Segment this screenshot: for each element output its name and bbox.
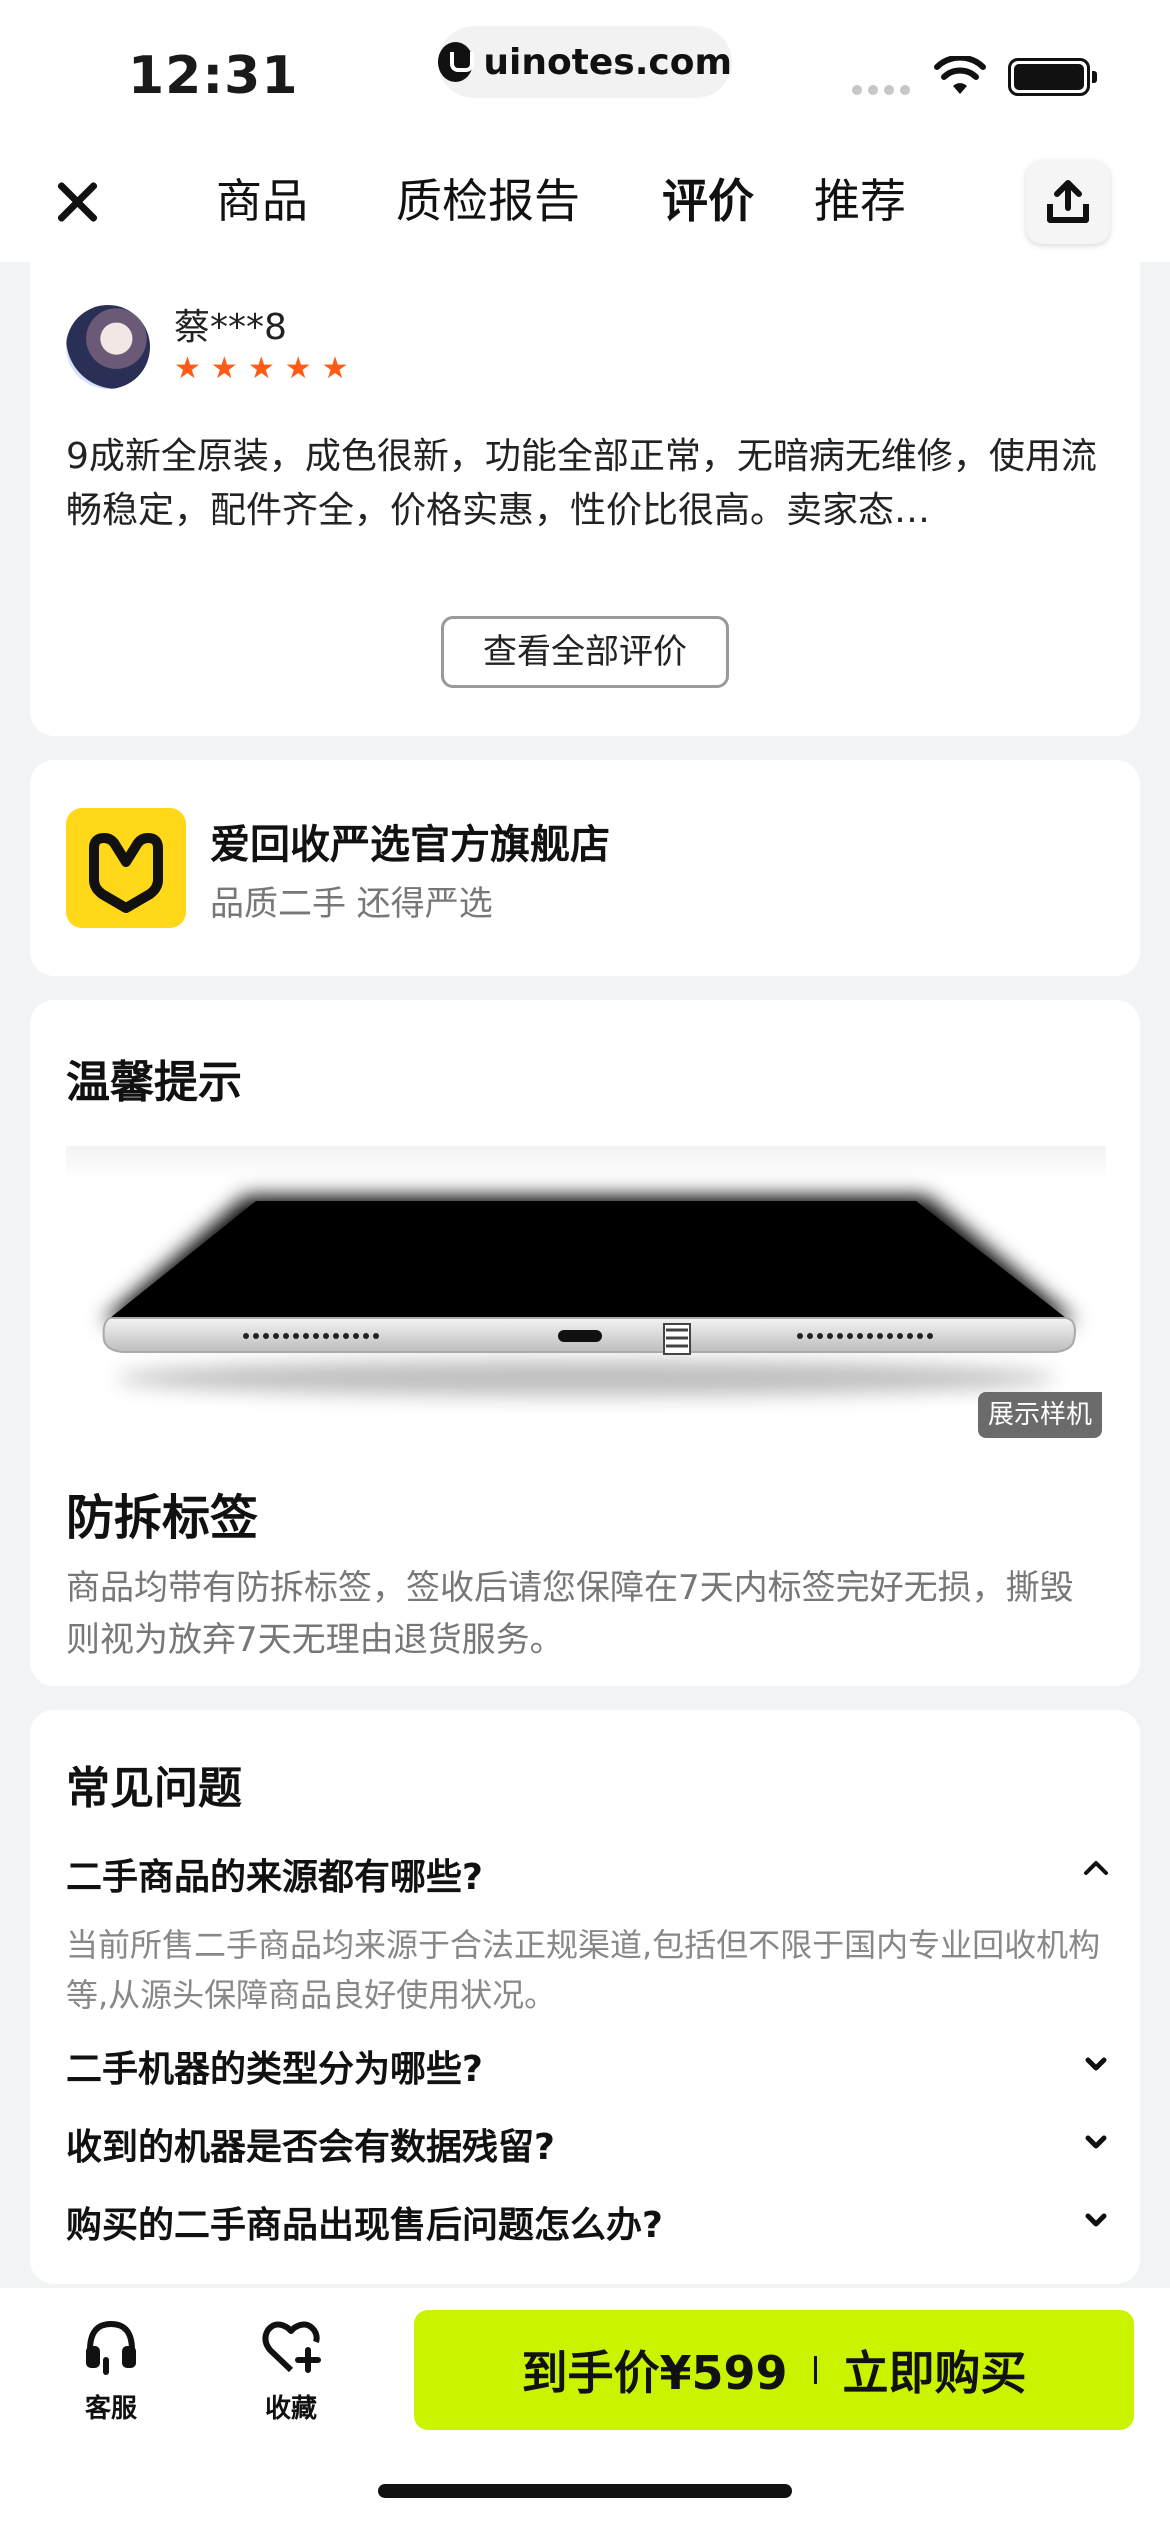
battery-icon	[1008, 58, 1097, 96]
site-logo-icon	[438, 42, 475, 82]
faq-question-4[interactable]: 购买的二手商品出现售后问题怎么办?	[66, 2196, 1106, 2248]
tamper-tag-text: 商品均带有防拆标签，签收后请您保障在7天内标签完好无损，撕毁则视为放弃7天无理由…	[66, 1568, 1074, 1660]
share-icon	[1047, 180, 1089, 223]
tamper-tag-title: 防拆标签	[66, 1490, 259, 1546]
buy-now-label: 立即购买	[842, 2346, 1027, 2400]
nav-bar: 商品 质检报告 评价 推荐	[0, 140, 1170, 262]
buy-now-button[interactable]: 到手价¥599 立即购买	[414, 2310, 1134, 2430]
avatar	[66, 305, 150, 389]
customer-service-label: 客服	[84, 2394, 137, 2424]
star-icon: ★	[247, 351, 275, 386]
faq-card: 常见问题 二手商品的来源都有哪些? 当前所售二手商品均来源于合法正规渠道,包括但…	[30, 1710, 1140, 2284]
status-bar: 12:31 uinotes.com	[0, 0, 1170, 140]
store-logo	[66, 808, 186, 928]
faq-question-2[interactable]: 二手机器的类型分为哪些?	[66, 2040, 1106, 2092]
faq-question-3[interactable]: 收到的机器是否会有数据残留?	[66, 2118, 1106, 2170]
star-icon: ★	[321, 351, 349, 386]
tab-reviews[interactable]: 评价	[662, 168, 754, 234]
faq-title: 常见问题	[66, 1763, 242, 1814]
tips-card: 温馨提示 展示样机 防拆标签 商品均带有防拆标签，签收后请您保障在7天内标签完好…	[30, 1000, 1140, 1686]
favorite-label: 收藏	[264, 2394, 317, 2424]
reviewer-name: 蔡***8	[174, 307, 287, 348]
store-slogan: 品质二手 还得严选	[210, 884, 493, 924]
tab-product[interactable]: 商品	[216, 168, 308, 234]
product-image	[66, 1146, 1106, 1436]
final-price: 到手价¥599	[521, 2346, 788, 2400]
cellular-signal-icon	[852, 85, 910, 95]
star-icon: ★	[210, 351, 238, 386]
heart-add-icon	[262, 2321, 321, 2373]
review-text: 9成新全原装，成色很新，功能全部正常，无暗病无维修，使用流畅稳定，配件齐全，价格…	[66, 436, 1097, 531]
share-button[interactable]	[1026, 160, 1110, 244]
chevron-down-icon[interactable]	[1082, 2050, 1110, 2078]
store-card[interactable]: 爱回收严选官方旗舰店 品质二手 还得严选	[30, 760, 1140, 976]
home-indicator	[378, 2484, 792, 2498]
rating-stars: ★ ★ ★ ★ ★	[174, 354, 349, 384]
heart-logo-icon	[89, 833, 163, 913]
view-all-reviews-button[interactable]: 查看全部评价	[441, 616, 729, 688]
url-text: uinotes.com	[483, 41, 732, 83]
tab-inspection-report[interactable]: 质检报告	[396, 168, 580, 234]
close-icon[interactable]	[52, 176, 104, 228]
faq-question-1[interactable]: 二手商品的来源都有哪些?	[66, 1848, 1106, 1900]
demo-unit-badge: 展示样机	[978, 1392, 1102, 1438]
button-divider	[813, 2356, 817, 2384]
headset-icon	[86, 2320, 136, 2375]
tablet-image	[102, 1196, 1076, 1396]
store-name: 爱回收严选官方旗舰店	[210, 822, 610, 868]
favorite-button[interactable]: 收藏	[236, 2316, 346, 2425]
tab-recommend[interactable]: 推荐	[814, 168, 906, 234]
review-card: 蔡***8 ★ ★ ★ ★ ★ 9成新全原装，成色很新，功能全部正常，无暗病无维…	[30, 250, 1140, 736]
wifi-icon	[934, 56, 986, 94]
star-icon: ★	[174, 351, 201, 386]
url-pill[interactable]: uinotes.com	[438, 26, 732, 98]
faq-answer-1: 当前所售二手商品均来源于合法正规渠道,包括但不限于国内专业回收机构等,从源头保障…	[66, 1926, 1101, 2014]
chevron-down-icon[interactable]	[1082, 2206, 1110, 2234]
chevron-up-icon[interactable]	[1082, 1854, 1110, 1882]
customer-service-button[interactable]: 客服	[56, 2316, 166, 2425]
tips-title: 温馨提示	[66, 1057, 242, 1108]
chevron-down-icon[interactable]	[1082, 2128, 1110, 2156]
status-time: 12:31	[128, 46, 299, 106]
star-icon: ★	[284, 351, 312, 386]
